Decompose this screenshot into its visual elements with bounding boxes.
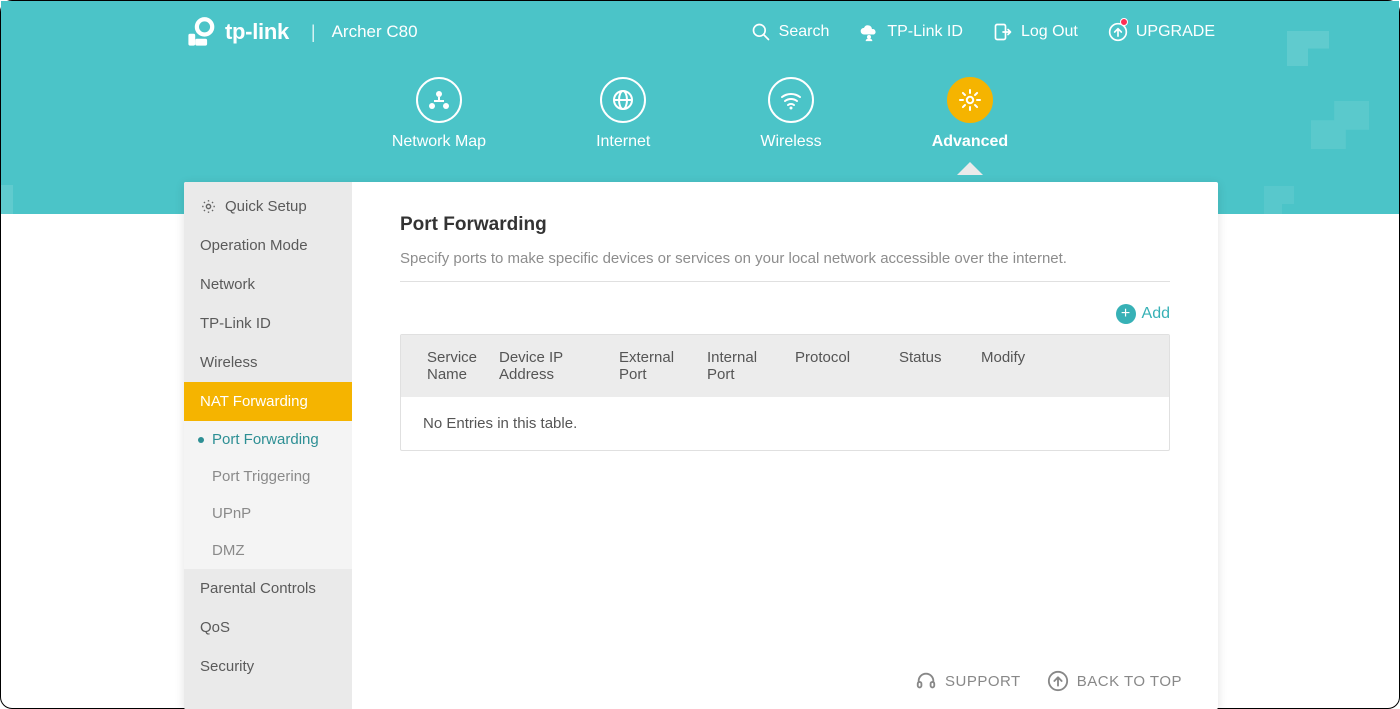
sidebar-sub-upnp-label: UPnP <box>212 505 251 522</box>
sidebar: Quick Setup Operation Mode Network TP-Li… <box>184 182 352 709</box>
sidebar-tplinkid-label: TP-Link ID <box>200 315 271 332</box>
search-label: Search <box>779 23 830 41</box>
toplinks: Search TP-Link ID Log Out UPGRADE <box>751 22 1399 42</box>
table-header: Service Name Device IP Address External … <box>401 335 1169 397</box>
sidebar-sub-dmz-label: DMZ <box>212 542 245 559</box>
tab-advanced-label: Advanced <box>932 133 1008 151</box>
page-title: Port Forwarding <box>400 214 1170 236</box>
sidebar-item-wireless[interactable]: Wireless <box>184 343 352 382</box>
table-empty-row: No Entries in this table. <box>401 397 1169 450</box>
th-device-ip: Device IP Address <box>487 335 607 397</box>
th-protocol: Protocol <box>783 335 887 397</box>
back-to-top-label: BACK TO TOP <box>1077 673 1182 690</box>
gear-icon <box>958 88 982 112</box>
divider <box>400 281 1170 282</box>
tplink-logo-icon <box>185 15 219 49</box>
logout-link[interactable]: Log Out <box>993 22 1078 42</box>
brand-area: tp-link | Archer C80 <box>185 15 418 49</box>
main-panel: Quick Setup Operation Mode Network TP-Li… <box>184 182 1218 709</box>
th-modify: Modify <box>969 335 1169 397</box>
sidebar-item-quick-setup[interactable]: Quick Setup <box>184 182 352 226</box>
topbar: tp-link | Archer C80 Search TP-Link ID L… <box>1 1 1399 63</box>
sidebar-item-qos[interactable]: QoS <box>184 608 352 647</box>
brand-logo: tp-link <box>185 15 289 49</box>
sidebar-item-network[interactable]: Network <box>184 265 352 304</box>
main-nav-tabs: Network Map Internet Wireless Advanced <box>1 63 1399 151</box>
upgrade-link[interactable]: UPGRADE <box>1108 22 1215 42</box>
tab-network-map[interactable]: Network Map <box>392 77 486 151</box>
sidebar-sub-port-forwarding[interactable]: Port Forwarding <box>184 421 352 458</box>
logout-icon <box>993 22 1013 42</box>
sidebar-wireless-label: Wireless <box>200 354 258 371</box>
tplink-id-label: TP-Link ID <box>887 23 963 41</box>
sidebar-sub-dmz[interactable]: DMZ <box>184 532 352 569</box>
add-row: + Add <box>400 304 1170 324</box>
th-external-port: External Port <box>607 335 695 397</box>
page-footer: SUPPORT BACK TO TOP <box>352 653 1218 709</box>
brand-separator: | <box>311 22 316 43</box>
tab-internet[interactable]: Internet <box>596 77 650 151</box>
search-link[interactable]: Search <box>751 22 830 42</box>
th-service-name: Service Name <box>401 335 487 397</box>
sidebar-item-parental-controls[interactable]: Parental Controls <box>184 569 352 608</box>
sidebar-sub-port-triggering[interactable]: Port Triggering <box>184 458 352 495</box>
logout-label: Log Out <box>1021 23 1078 41</box>
add-label: Add <box>1142 305 1170 323</box>
globe-icon <box>611 88 635 112</box>
th-internal-port: Internal Port <box>695 335 783 397</box>
sidebar-sub-upnp[interactable]: UPnP <box>184 495 352 532</box>
search-icon <box>751 22 771 42</box>
headset-icon <box>915 670 937 692</box>
plus-icon: + <box>1116 304 1136 324</box>
sidebar-qos-label: QoS <box>200 619 230 636</box>
th-status: Status <box>887 335 969 397</box>
tab-advanced[interactable]: Advanced <box>932 77 1008 151</box>
support-label: SUPPORT <box>945 673 1021 690</box>
add-button[interactable]: + Add <box>1116 304 1170 324</box>
wifi-icon <box>779 88 803 112</box>
model-name: Archer C80 <box>332 22 418 42</box>
brand-name: tp-link <box>225 19 289 45</box>
sidebar-item-security[interactable]: Security <box>184 647 352 686</box>
tplink-id-link[interactable]: TP-Link ID <box>859 22 963 42</box>
sidebar-item-tplink-id[interactable]: TP-Link ID <box>184 304 352 343</box>
port-forwarding-table: Service Name Device IP Address External … <box>400 334 1170 451</box>
tab-internet-label: Internet <box>596 133 650 151</box>
tab-wireless-label: Wireless <box>760 133 821 151</box>
support-link[interactable]: SUPPORT <box>915 670 1021 692</box>
sidebar-network-label: Network <box>200 276 255 293</box>
sidebar-security-label: Security <box>200 658 254 675</box>
sidebar-item-operation-mode[interactable]: Operation Mode <box>184 226 352 265</box>
arrow-up-circle-icon <box>1047 670 1069 692</box>
sidebar-nat-label: NAT Forwarding <box>200 393 308 410</box>
upgrade-notification-dot <box>1120 18 1128 26</box>
page-description: Specify ports to make specific devices o… <box>400 250 1170 267</box>
sidebar-sub-pt-label: Port Triggering <box>212 468 310 485</box>
tab-network-map-label: Network Map <box>392 133 486 151</box>
sidebar-opmode-label: Operation Mode <box>200 237 308 254</box>
content-area: Port Forwarding Specify ports to make sp… <box>352 182 1218 709</box>
network-map-icon <box>427 88 451 112</box>
back-to-top-link[interactable]: BACK TO TOP <box>1047 670 1182 692</box>
sidebar-quick-setup-label: Quick Setup <box>225 198 307 215</box>
gear-small-icon <box>200 198 217 215</box>
sidebar-parental-label: Parental Controls <box>200 580 316 597</box>
cloud-user-icon <box>859 22 879 42</box>
tab-wireless[interactable]: Wireless <box>760 77 821 151</box>
upgrade-label: UPGRADE <box>1136 23 1215 41</box>
sidebar-item-nat-forwarding[interactable]: NAT Forwarding <box>184 382 352 421</box>
sidebar-sub-pf-label: Port Forwarding <box>212 431 319 448</box>
